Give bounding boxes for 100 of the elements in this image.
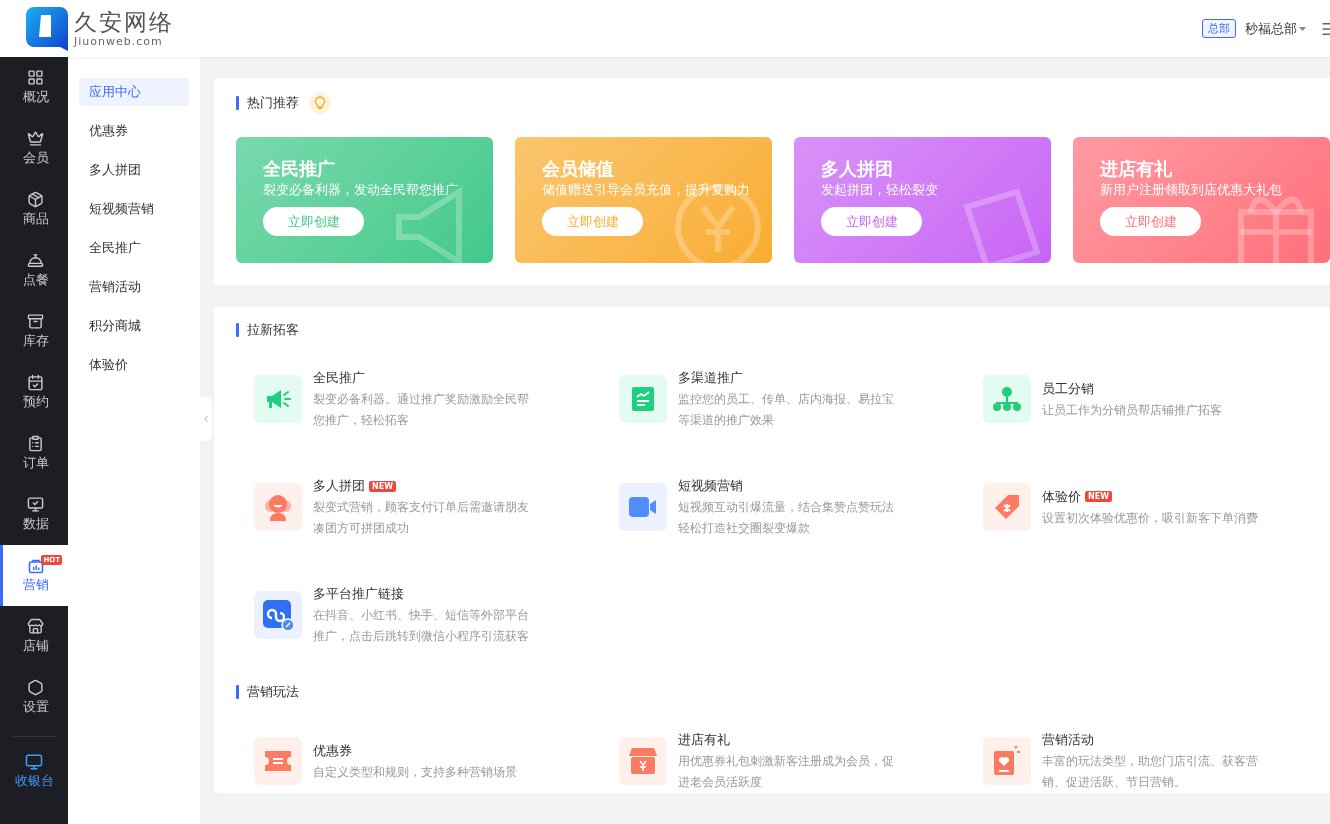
cashier-label: 收银台 (14, 772, 54, 790)
bag-chart-icon (27, 557, 44, 574)
app-title[interactable]: 员工分销 (1042, 377, 1094, 400)
cashier-icon (25, 753, 43, 771)
nav-label: 会员 (22, 149, 49, 167)
app-title[interactable]: 优惠券 (313, 739, 352, 762)
nav-label: 店铺 (22, 637, 49, 655)
store-icon (27, 618, 44, 635)
promo-description: 新用户注册领取到店优惠大礼包 (1100, 181, 1282, 199)
link-icon (261, 598, 295, 632)
submenu-item[interactable]: 多人拼团 (79, 156, 189, 184)
app-description: 自定义类型和规则，支持多种营销场景 (313, 763, 518, 781)
promo-title: 全民推广 (263, 157, 335, 181)
nav-label: 库存 (22, 332, 49, 350)
new-badge: NEW (1085, 491, 1112, 502)
promo-description: 储值赠送引导会员充值，提升复购力 (542, 181, 750, 199)
section-title: 拉新拓客 (236, 321, 1330, 339)
app-title[interactable]: 短视频营销 (678, 475, 743, 497)
logo-icon (26, 6, 68, 51)
nav-label: 预约 (22, 393, 49, 411)
new-badge: NEW (369, 480, 396, 492)
nav-label: 概况 (22, 88, 49, 106)
app-description: 在抖音、小红书、快手、短信等外部平台推广，点击后跳转到微信小程序引流获客 (313, 607, 530, 645)
video-camera-icon (629, 497, 657, 517)
org-badge: 总部 (1202, 19, 1236, 38)
price-tag-icon (993, 493, 1021, 521)
nav-item[interactable]: 库存 (0, 301, 68, 362)
submenu-item[interactable]: 营销活动 (79, 273, 189, 301)
person-icon (263, 492, 293, 522)
submenu-item[interactable]: 优惠券 (79, 117, 189, 145)
submenu-item[interactable]: 全民推广 (79, 234, 189, 262)
nav-item[interactable]: 会员 (0, 118, 68, 179)
submenu-item[interactable]: 积分商城 (79, 312, 189, 340)
nav-label: 订单 (22, 454, 49, 472)
app-description: 短视频互动引爆流量，结合集赞点赞玩法轻松打造社交圈裂变爆款 (678, 499, 895, 537)
nav-label: 设置 (22, 698, 49, 716)
megaphone-icon (264, 387, 292, 411)
monitor-icon (27, 496, 44, 513)
app-title[interactable]: 全民推广 (313, 367, 365, 389)
nav-label: 营销 (22, 575, 49, 594)
submenu-item[interactable]: 体验价 (79, 351, 189, 379)
store-selector[interactable]: 秒福总部 (1245, 19, 1306, 38)
tablet-heart-icon (993, 746, 1021, 776)
app-title[interactable]: 多渠道推广 (678, 367, 743, 389)
app-description: 丰富的玩法类型，助您门店引流、获客营销、促进活跃、节日营销。 (1042, 753, 1259, 791)
app-description: 让员工作为分销员帮店铺推广拓客 (1042, 401, 1223, 419)
app-icon-tile[interactable] (983, 737, 1031, 785)
nav-item[interactable]: 预约 (0, 362, 68, 423)
chart-document-icon (632, 387, 654, 411)
app-icon-tile[interactable] (254, 375, 302, 423)
promo-title: 多人拼团 (821, 157, 893, 181)
submenu-item[interactable]: 应用中心 (79, 78, 189, 106)
bulb-icon (309, 92, 331, 114)
cashier-item[interactable]: 收银台 (0, 737, 68, 790)
app-icon-tile[interactable] (619, 375, 667, 423)
settings-icon (27, 679, 44, 696)
app-title[interactable]: 多平台推广链接 (313, 583, 404, 605)
app-description: 裂变式营销，顾客支付订单后需邀请朋友凑团方可拼团成功 (313, 499, 530, 537)
section-title: 热门推荐 (236, 92, 1330, 114)
nav-label: 数据 (22, 515, 49, 533)
nav-item[interactable]: 点餐 (0, 240, 68, 301)
logo-subtitle: Jiuonweb.com (74, 35, 164, 48)
app-title[interactable]: 营销活动 (1042, 729, 1094, 751)
app-icon-tile[interactable] (619, 737, 667, 785)
submenu-item[interactable]: 短视频营销 (79, 195, 189, 223)
calendar-check-icon (27, 374, 44, 391)
app-icon-tile[interactable] (254, 483, 302, 531)
promo-description: 裂变必备利器，发动全民帮您推广 (263, 181, 458, 199)
app-icon-tile[interactable] (619, 483, 667, 531)
shop-icon (629, 748, 657, 774)
app-title[interactable]: 进店有礼 (678, 729, 730, 751)
app-title[interactable]: 体验价 (1042, 485, 1081, 508)
app-icon-tile[interactable] (983, 375, 1031, 423)
collapse-handle[interactable] (200, 397, 212, 441)
nav-item[interactable]: 设置 (0, 667, 68, 728)
nav-item[interactable]: 店铺 (0, 606, 68, 667)
nav-item[interactable]: 商品 (0, 179, 68, 240)
nav-item[interactable]: 订单 (0, 423, 68, 484)
logo-title: 久安网络 (74, 9, 174, 35)
section-title: 营销玩法 (236, 683, 1330, 701)
app-icon-tile[interactable] (983, 483, 1031, 531)
org-tree-icon (992, 386, 1022, 412)
nav-label: 点餐 (22, 271, 49, 289)
nav-label: 商品 (22, 210, 49, 228)
box-icon (27, 191, 44, 208)
promo-description: 发起拼团，轻松裂变 (821, 181, 938, 199)
app-description: 监控您的员工、传单、店内海报、易拉宝等渠道的推广效果 (678, 391, 895, 429)
cloche-icon (27, 252, 44, 269)
app-description: 裂变必备利器。通过推广奖励激励全民帮您推广，轻松拓客 (313, 391, 530, 429)
nav-item[interactable]: 数据 (0, 484, 68, 545)
app-icon-tile[interactable] (254, 737, 302, 785)
promo-title: 进店有礼 (1100, 157, 1172, 181)
app-description: 设置初次体验优惠价，吸引新客下单消费 (1042, 509, 1259, 527)
clipboard-icon (27, 435, 44, 452)
caret-icon (1299, 26, 1306, 31)
app-icon-tile[interactable] (254, 591, 302, 639)
nav-item[interactable]: 概况 (0, 57, 68, 118)
crown-icon (27, 130, 44, 147)
app-title[interactable]: 多人拼团 (313, 475, 365, 497)
ticket-icon (265, 751, 291, 771)
